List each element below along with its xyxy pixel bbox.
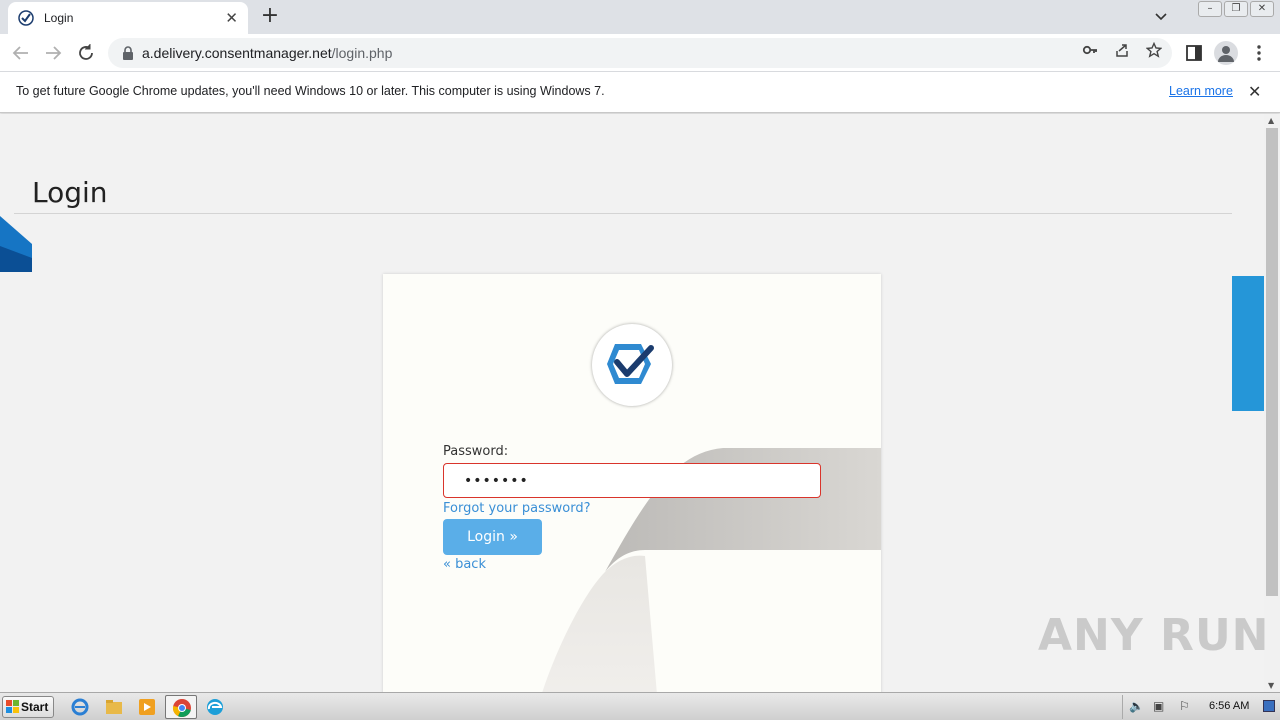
chrome-icon [172,699,191,718]
ie-icon[interactable] [70,697,90,717]
page-title: Login [32,176,108,209]
system-tray: 🔈 ▣ ⚐ 6:56 AM [1122,695,1278,719]
share-icon[interactable] [1114,42,1130,58]
side-feedback-tab[interactable] [1232,276,1264,411]
windows-logo-icon [6,700,19,713]
password-label: Password: [443,444,509,459]
checkmark-shield-icon [607,344,654,384]
profile-icon[interactable] [1214,41,1238,65]
speaker-icon[interactable]: 🔈 [1129,699,1144,713]
consentmanager-logo [592,324,672,406]
chevron-down-icon[interactable] [1152,8,1170,26]
learn-more-link[interactable]: Learn more [1169,84,1233,98]
login-card: Password: Forgot your password? Login » … [383,274,881,692]
close-window-button[interactable]: ✕ [1250,1,1274,17]
url-path: /login.php [331,45,393,61]
clock[interactable]: 6:56 AM [1209,700,1249,712]
consentmanager-favicon-icon [18,10,34,26]
infobar-close-icon[interactable]: ✕ [1248,82,1261,101]
login-button[interactable]: Login » [443,519,542,555]
reload-icon[interactable] [75,42,97,64]
back-link[interactable]: « back [443,557,486,572]
menu-icon[interactable] [1248,42,1270,64]
lock-icon[interactable] [122,46,134,60]
start-button[interactable]: Start [2,696,54,718]
page-content: Login Password: ••••••• Forgot your pass… [0,114,1264,692]
edge-icon[interactable] [205,697,225,717]
key-icon[interactable] [1082,42,1098,58]
title-divider [14,213,1232,214]
tab-strip: Login ✕ + – ❐ ✕ [0,0,1280,34]
page-scrollbar[interactable]: ▲ ▼ [1264,114,1280,692]
forward-arrow-icon[interactable] [42,42,64,64]
tab-title: Login [44,11,74,25]
scroll-down-icon[interactable]: ▼ [1268,681,1274,690]
start-label: Start [21,700,49,714]
flag-icon[interactable]: ⚐ [1179,699,1190,713]
browser-toolbar: a.delivery.consentmanager.net/login.php [0,34,1280,72]
new-tab-button[interactable]: + [258,5,282,27]
back-arrow-icon[interactable] [10,42,32,64]
scroll-thumb[interactable] [1266,128,1278,596]
update-infobar: To get future Google Chrome updates, you… [0,72,1280,113]
star-icon[interactable] [1146,42,1162,58]
brand-side-shape [0,216,32,272]
address-bar[interactable]: a.delivery.consentmanager.net/login.php [108,38,1172,68]
infobar-message: To get future Google Chrome updates, you… [16,84,605,98]
network-icon[interactable]: ▣ [1153,699,1164,713]
chrome-taskbar-button[interactable] [165,695,197,719]
tab-login[interactable]: Login ✕ [8,2,248,34]
window-controls: – ❐ ✕ [1198,1,1274,17]
minimize-button[interactable]: – [1198,1,1222,17]
show-desktop-icon[interactable] [1263,700,1275,712]
forgot-password-link[interactable]: Forgot your password? [443,501,591,516]
windows-taskbar: Start 🔈 ▣ ⚐ 6:56 AM [0,692,1280,720]
restore-button[interactable]: ❐ [1224,1,1248,17]
password-field[interactable] [443,463,821,498]
folder-icon[interactable] [104,697,124,717]
anyrun-watermark: ANY RUN [1038,610,1270,661]
media-icon[interactable] [137,697,157,717]
sidepanel-icon[interactable] [1183,42,1205,64]
tab-close-icon[interactable]: ✕ [225,9,238,27]
url-host: a.delivery.consentmanager.net [142,45,332,61]
scroll-up-icon[interactable]: ▲ [1268,116,1274,125]
